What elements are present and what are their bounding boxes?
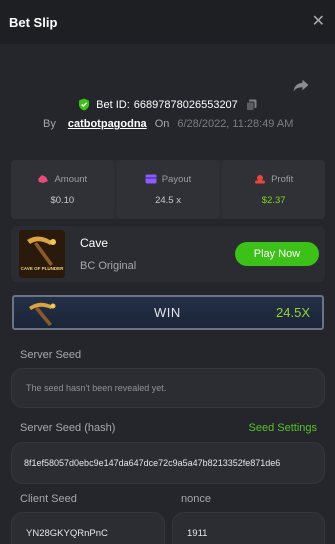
nonce-field[interactable]: 1911 bbox=[172, 512, 325, 544]
share-icon[interactable] bbox=[292, 76, 310, 94]
server-seed-field[interactable]: The seed hasn't been revealed yet. bbox=[11, 368, 325, 408]
server-seed-label: Server Seed bbox=[20, 349, 82, 361]
on-label: On bbox=[154, 118, 170, 130]
close-icon[interactable]: ✕ bbox=[312, 14, 325, 30]
pickaxe-icon: CAVE OF PLUNDER bbox=[19, 230, 65, 278]
bet-slip-header: Bet Slip ✕ bbox=[0, 0, 335, 44]
bet-datetime: 6/28/2022, 11:28:49 AM bbox=[177, 118, 294, 130]
result-banner: WIN 24.5X bbox=[12, 295, 324, 330]
by-label: By bbox=[43, 118, 56, 130]
bet-byline: By catbotpagodna On 6/28/2022, 11:28:49 … bbox=[43, 118, 293, 130]
stat-profit-label: Profit bbox=[271, 173, 294, 185]
nonce-label: nonce bbox=[181, 493, 211, 505]
seed-settings-link[interactable]: Seed Settings bbox=[249, 422, 318, 434]
stat-payout-label: Payout bbox=[161, 173, 192, 185]
server-hash-field[interactable]: 8f1ef58057d0ebc9e147da647dce72c9a5a47b82… bbox=[11, 442, 325, 484]
server-hash-label: Server Seed (hash) bbox=[20, 422, 116, 434]
game-name: Cave bbox=[80, 236, 109, 250]
game-card: CAVE OF PLUNDER Cave BC Original Play No… bbox=[11, 226, 325, 282]
amount-icon bbox=[38, 175, 49, 183]
bet-id-label: Bet ID: bbox=[96, 98, 130, 111]
stat-payout: Payout 24.5 x bbox=[116, 160, 220, 219]
client-seed-field[interactable]: YN28GKYQRnPnC bbox=[11, 512, 165, 544]
payout-icon bbox=[145, 174, 157, 184]
bet-slip-title: Bet Slip bbox=[9, 14, 58, 30]
copy-icon[interactable] bbox=[245, 99, 257, 111]
pickaxe-result-icon bbox=[29, 302, 56, 326]
stat-profit: Profit $2.37 bbox=[222, 160, 326, 219]
stat-amount-value: $0.10 bbox=[50, 194, 75, 206]
game-provider: BC Original bbox=[80, 260, 137, 272]
verified-shield-icon bbox=[79, 98, 90, 111]
client-seed-label: Client Seed bbox=[20, 493, 77, 505]
result-label: WIN bbox=[154, 305, 181, 320]
result-multiplier: 24.5X bbox=[276, 305, 310, 320]
username-link[interactable]: catbotpagodna bbox=[68, 118, 147, 130]
thumb-caption: CAVE OF PLUNDER bbox=[21, 266, 64, 271]
stat-profit-value: $2.37 bbox=[261, 194, 286, 206]
bet-stats: Amount $0.10 Payout 24.5 x Profit $2.37 bbox=[11, 160, 326, 219]
bet-id-value: 66897878026553207 bbox=[133, 98, 238, 111]
stat-amount-label: Amount bbox=[54, 173, 88, 185]
profit-icon bbox=[255, 175, 266, 184]
play-now-button[interactable]: Play Now bbox=[235, 242, 319, 266]
stat-payout-value: 24.5 x bbox=[155, 194, 181, 206]
stat-amount: Amount $0.10 bbox=[11, 160, 114, 219]
bet-id-row: Bet ID: 66897878026553207 bbox=[0, 98, 335, 111]
game-thumbnail[interactable]: CAVE OF PLUNDER bbox=[19, 230, 65, 278]
